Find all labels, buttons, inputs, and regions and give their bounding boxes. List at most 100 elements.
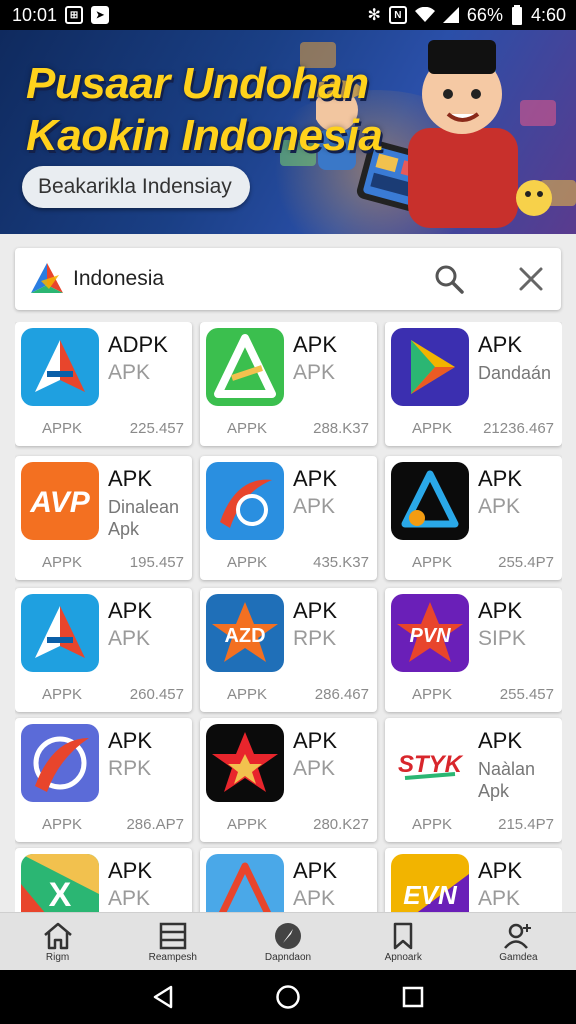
close-icon[interactable] [515,263,547,295]
list-icon [159,922,187,949]
search-bar[interactable]: Indonesia [15,248,561,310]
search-icon[interactable] [429,259,469,299]
app-name: APK [478,728,523,753]
home-button[interactable] [268,977,308,1017]
nav-label-home: Rigm [45,951,70,963]
app-card[interactable]: ADPK APK APPK 225.457 [15,322,192,446]
app-name: APK [293,728,338,753]
nfc-icon: N [388,6,407,24]
app-download-count: 255.4P7 [498,554,554,571]
status-right: ✻ N 66% 4:60 [368,5,566,26]
nav-item-bookmark[interactable]: Apnoark [346,913,461,970]
app-card[interactable]: X APK APK [15,848,192,912]
app-download-count: 435.K37 [313,554,369,571]
app-card[interactable]: EVN APK APK [385,848,562,912]
app-name: APK [478,466,523,491]
svg-text:PVN: PVN [409,625,451,647]
app-tag: APPK [227,420,268,437]
promo-banner[interactable]: Pusaar Undohan Kaokin Indonesia Beakarik… [0,30,576,234]
star-black-icon[interactable] [206,724,284,802]
app-name: APK [478,858,523,883]
triangle-dark-icon[interactable] [391,462,469,540]
app-name: APK [293,858,338,883]
triangle-a-blue-icon[interactable] [21,328,99,406]
app-tag: APPK [412,686,453,703]
app-card[interactable]: APK APK APPK 288.K37 [200,322,377,446]
app-subtitle: Dandaán [478,363,552,383]
svg-text:AZD: AZD [224,625,265,647]
play-purple-icon[interactable] [391,328,469,406]
app-card[interactable]: APK APK APPK 260.457 [15,588,192,712]
nav-item-discover[interactable]: Dapndaon [230,913,345,970]
bottom-navigation: Rigm Reampesh Dapndaon Apnoark Gamdea [0,912,576,970]
notification-icon: ⊞ [65,6,84,24]
app-name: APK [293,466,338,491]
nav-item-list[interactable]: Reampesh [115,913,230,970]
x-rainbow-icon[interactable]: X [21,854,99,912]
nav-item-profile[interactable]: Gamdea [461,913,576,970]
search-input[interactable]: Indonesia [73,267,429,291]
app-tag: APPK [42,554,83,571]
app-card[interactable]: AVP APK Dinalean Apk APPK 195.457 [15,456,192,580]
app-tag: APPK [227,554,268,571]
app-subtitle: APK [478,495,521,518]
app-name: APK [293,598,338,623]
recents-button[interactable] [393,977,433,1017]
app-card[interactable]: APK APK APPK 435.K37 [200,456,377,580]
app-tag: APPK [42,420,83,437]
bookmark-icon [393,922,413,949]
app-tag: APPK [227,816,268,833]
triangle-a-blue-icon[interactable] [21,594,99,672]
app-tag: APPK [412,816,453,833]
app-download-count: 225.457 [129,420,184,437]
back-button[interactable] [143,977,183,1017]
app-card[interactable]: APK APK APPK 255.4P7 [385,456,562,580]
app-download-count: 280.K27 [313,816,369,833]
svg-text:EVN: EVN [403,880,458,910]
status-left: 10:01 ⊞ ➤ [12,5,110,26]
app-download-count: 286.467 [314,686,369,703]
app-subtitle: RPK [293,627,337,650]
app-subtitle: SIPK [478,627,526,650]
app-card[interactable]: APK Dandaán APPK 21236.467 [385,322,562,446]
pvn-purple-icon[interactable]: PVN [391,594,469,672]
nav-label-list: Reampesh [148,951,197,963]
compass-icon [275,922,301,949]
app-card[interactable]: STYK APK Naàlan Apk APPK 215.4P7 [385,718,562,842]
app-tag: APPK [42,816,83,833]
banner-title-line1: Pusaar Undohan [26,59,369,108]
swoosh-blue-icon[interactable] [206,462,284,540]
app-download-count: 255.457 [499,686,554,703]
wifi-icon [414,7,435,22]
nav-item-home[interactable]: Rigm [0,913,115,970]
app-card[interactable]: APK APK APPK 280.K27 [200,718,377,842]
triangle-sky-icon[interactable] [206,854,284,912]
app-card[interactable]: APK APK [200,848,377,912]
app-subtitle: RPK [108,757,152,780]
app-download-count: 260.457 [129,686,184,703]
system-navigation-bar [0,970,576,1024]
banner-cta-button[interactable]: Beakarikla Indensiay [22,166,250,208]
bluetooth-icon: ✻ [367,7,381,24]
app-tag: APPK [42,686,83,703]
app-subtitle: APK [478,887,521,910]
azd-star-icon[interactable]: AZD [206,594,284,672]
evn-gold-icon[interactable]: EVN [391,854,469,912]
app-subtitle: APK [293,757,336,780]
app-subtitle: APK [108,627,151,650]
app-card[interactable]: PVN APK SIPK APPK 255.457 [385,588,562,712]
app-subtitle: APK [108,361,151,384]
app-name: APK [108,858,153,883]
app-tag: APPK [412,554,453,571]
app-card[interactable]: APK RPK APPK 286.AP7 [15,718,192,842]
app-download-count: 288.K37 [313,420,369,437]
app-card[interactable]: AZD APK RPK APPK 286.467 [200,588,377,712]
app-download-count: 21236.467 [483,420,554,437]
svg-text:X: X [49,876,72,912]
swoosh-purple-icon[interactable] [21,724,99,802]
nav-label-bookmark: Apnoark [384,951,422,963]
styk-text-icon[interactable]: STYK [391,724,469,802]
signal-icon [442,7,459,23]
triangle-a-green-icon[interactable] [206,328,284,406]
avp-orange-icon[interactable]: AVP [21,462,99,540]
